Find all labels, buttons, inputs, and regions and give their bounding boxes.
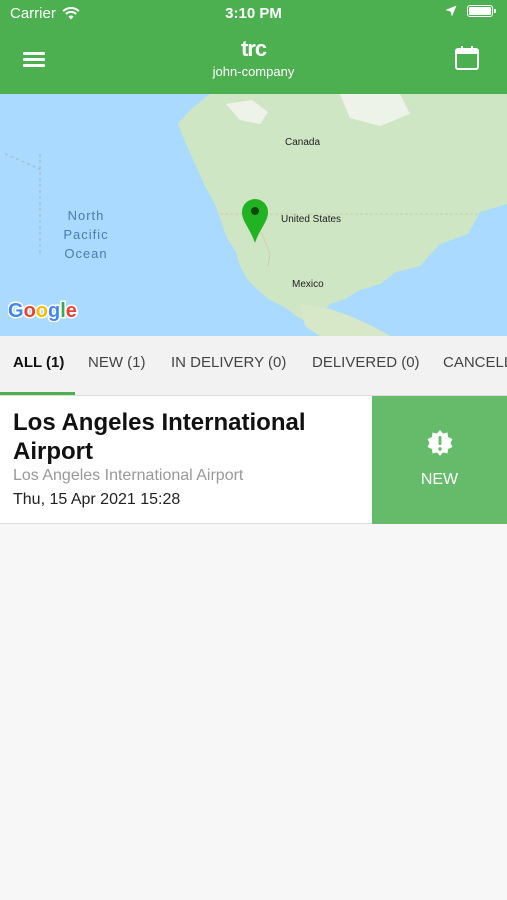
status-right	[445, 5, 496, 17]
calendar-button[interactable]	[453, 44, 483, 74]
map-label-canada: Canada	[285, 137, 321, 148]
location-pin-icon	[242, 199, 268, 243]
ocean-label-line-3: Ocean	[64, 246, 108, 261]
tab-delivered[interactable]: DELIVERED (0)	[312, 354, 420, 371]
active-tab-indicator	[0, 392, 75, 395]
ocean-label-line-2: Pacific	[63, 227, 109, 242]
order-title: Los Angeles International Airport	[13, 409, 306, 465]
map-location-pin[interactable]	[240, 198, 270, 244]
calendar-icon	[455, 46, 479, 70]
battery-icon	[467, 5, 496, 17]
tab-all[interactable]: ALL (1)	[13, 354, 64, 371]
clock: 3:10 PM	[225, 5, 282, 22]
alert-badge-icon	[427, 430, 453, 456]
tab-in-delivery[interactable]: IN DELIVERY (0)	[171, 354, 286, 371]
order-list-item[interactable]: Los Angeles International Airport Los An…	[0, 396, 507, 524]
ocean-label-line-1: North	[67, 208, 105, 223]
map-label-mexico: Mexico	[292, 279, 324, 290]
order-date: Thu, 15 Apr 2021 15:28	[13, 491, 181, 508]
tab-cancelled[interactable]: CANCELL	[443, 354, 507, 371]
app-header: Carrier 3:10 PM trc john-company	[0, 0, 507, 94]
svg-text:Google: Google	[8, 300, 77, 322]
tab-new[interactable]: NEW (1)	[88, 354, 146, 371]
map-label-united-states: United States	[281, 214, 342, 225]
order-subtitle: Los Angeles International Airport	[13, 467, 244, 484]
order-status-badge[interactable]: NEW	[372, 396, 507, 524]
order-status-label: NEW	[420, 471, 459, 488]
order-filter-tabs: ALL (1) NEW (1) IN DELIVERY (0) DELIVERE…	[0, 336, 507, 396]
app-logo: trc	[240, 36, 267, 61]
map-label-ocean: North Pacific Ocean	[52, 206, 120, 263]
status-bar: Carrier 3:10 PM	[0, 0, 507, 28]
location-arrow-icon	[445, 5, 457, 17]
company-name: john-company	[212, 64, 295, 79]
google-logo: Google	[7, 299, 79, 324]
google-attribution: Google	[7, 298, 79, 328]
map-view[interactable]: Canada United States Mexico North Pacifi…	[0, 94, 507, 336]
